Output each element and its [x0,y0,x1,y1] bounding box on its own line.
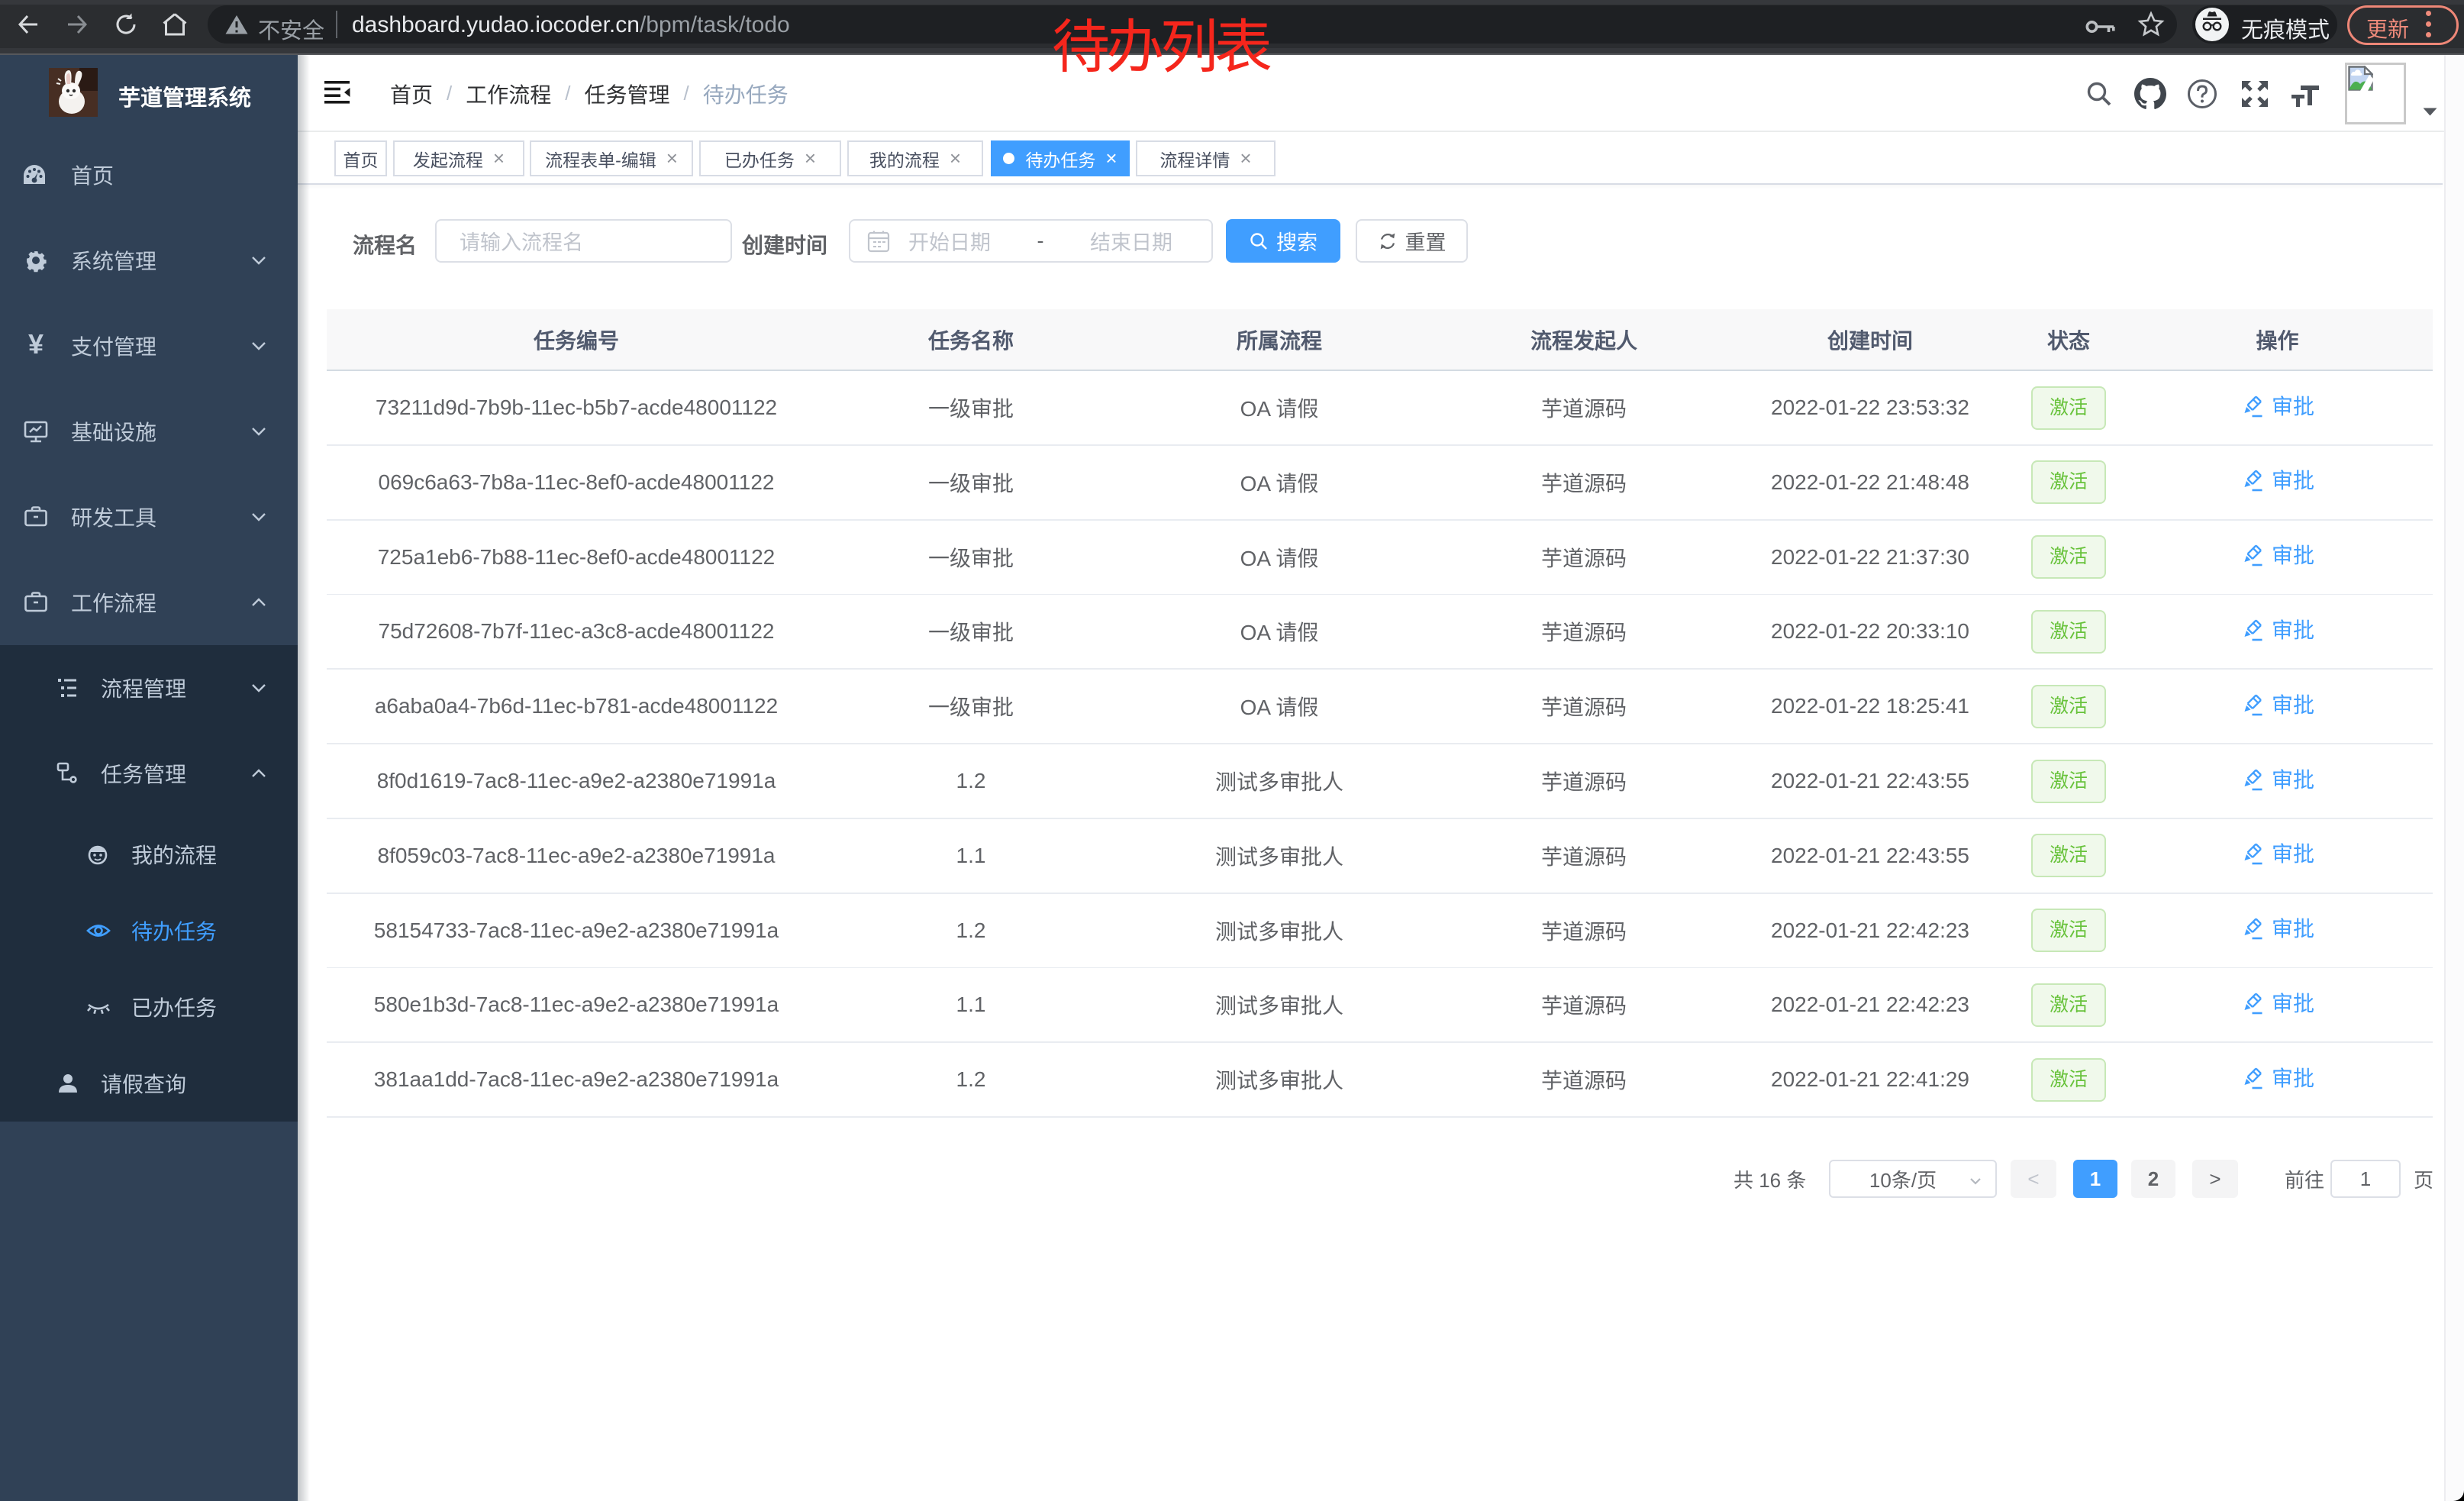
svg-text:¥: ¥ [28,333,44,359]
